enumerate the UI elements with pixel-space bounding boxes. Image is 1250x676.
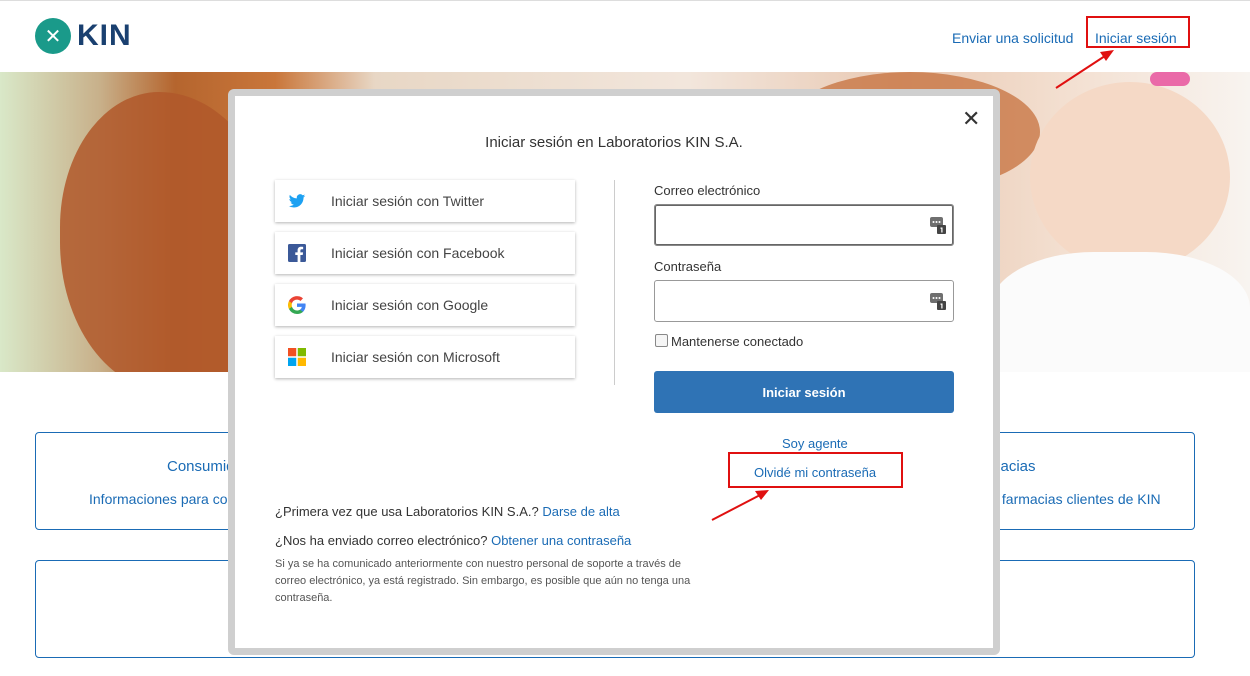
microsoft-sign-in-button[interactable]: Iniciar sesión con Microsoft — [275, 336, 575, 378]
registration-note: Si ya se ha comunicado anteriormente con… — [275, 558, 691, 604]
kin-logo[interactable]: ✕ KIN — [35, 17, 132, 55]
hero-child-shirt — [990, 252, 1250, 372]
twitter-icon — [288, 194, 306, 208]
pharmacies-card-subtitle: s farmacias clientes de KIN — [991, 491, 1161, 507]
get-password-link[interactable]: Obtener una contraseña — [491, 533, 631, 548]
modal-title: Iniciar sesión en Laboratorios KIN S.A. — [485, 134, 743, 151]
sign-in-submit-button[interactable]: Iniciar sesión — [654, 371, 954, 413]
consumers-card-title: Consumid — [167, 458, 235, 475]
hero-child-face — [1030, 82, 1230, 272]
close-icon[interactable]: ✕ — [962, 108, 980, 130]
facebook-sign-in-button[interactable]: Iniciar sesión con Facebook — [275, 232, 575, 274]
annotation-arrow-forgot-password — [711, 490, 769, 521]
twitter-sign-in-button[interactable]: Iniciar sesión con Twitter — [275, 180, 575, 222]
microsoft-icon — [288, 348, 306, 366]
remember-me-label[interactable]: Mantenerse conectado — [671, 334, 803, 349]
kin-logo-mark-icon: ✕ — [35, 18, 71, 54]
twitter-sign-in-label: Iniciar sesión con Twitter — [331, 193, 485, 209]
first-time-prompt: ¿Primera vez que usa Laboratorios KIN S.… — [275, 504, 620, 519]
annotation-arrow-sign-in — [1055, 50, 1114, 89]
sent-email-prompt: ¿Nos ha enviado correo electrónico? Obte… — [275, 533, 631, 548]
email-label: Correo electrónico — [654, 183, 761, 198]
password-label: Contraseña — [654, 259, 722, 274]
first-time-text: ¿Primera vez que usa Laboratorios KIN S.… — [275, 504, 539, 519]
consumers-card-subtitle: Informaciones para con — [89, 491, 236, 507]
google-sign-in-label: Iniciar sesión con Google — [331, 297, 489, 313]
password-manager-icon[interactable] — [930, 216, 946, 234]
kin-logo-text: KIN — [77, 19, 132, 52]
password-field[interactable] — [654, 280, 954, 322]
annotation-box-forgot-password — [728, 452, 903, 488]
agent-link[interactable]: Soy agente — [782, 436, 848, 451]
email-field[interactable] — [654, 204, 954, 246]
google-sign-in-button[interactable]: Iniciar sesión con Google — [275, 284, 575, 326]
microsoft-sign-in-label: Iniciar sesión con Microsoft — [331, 349, 500, 365]
vertical-divider — [614, 180, 615, 385]
hero-hair-tie — [1150, 72, 1190, 86]
facebook-sign-in-label: Iniciar sesión con Facebook — [331, 245, 505, 261]
sent-email-text: ¿Nos ha enviado correo electrónico? — [275, 533, 488, 548]
facebook-icon — [288, 244, 306, 262]
google-icon — [288, 296, 306, 314]
password-manager-icon[interactable] — [930, 292, 946, 310]
signup-link[interactable]: Darse de alta — [542, 504, 619, 519]
remember-me-checkbox[interactable] — [655, 334, 668, 347]
